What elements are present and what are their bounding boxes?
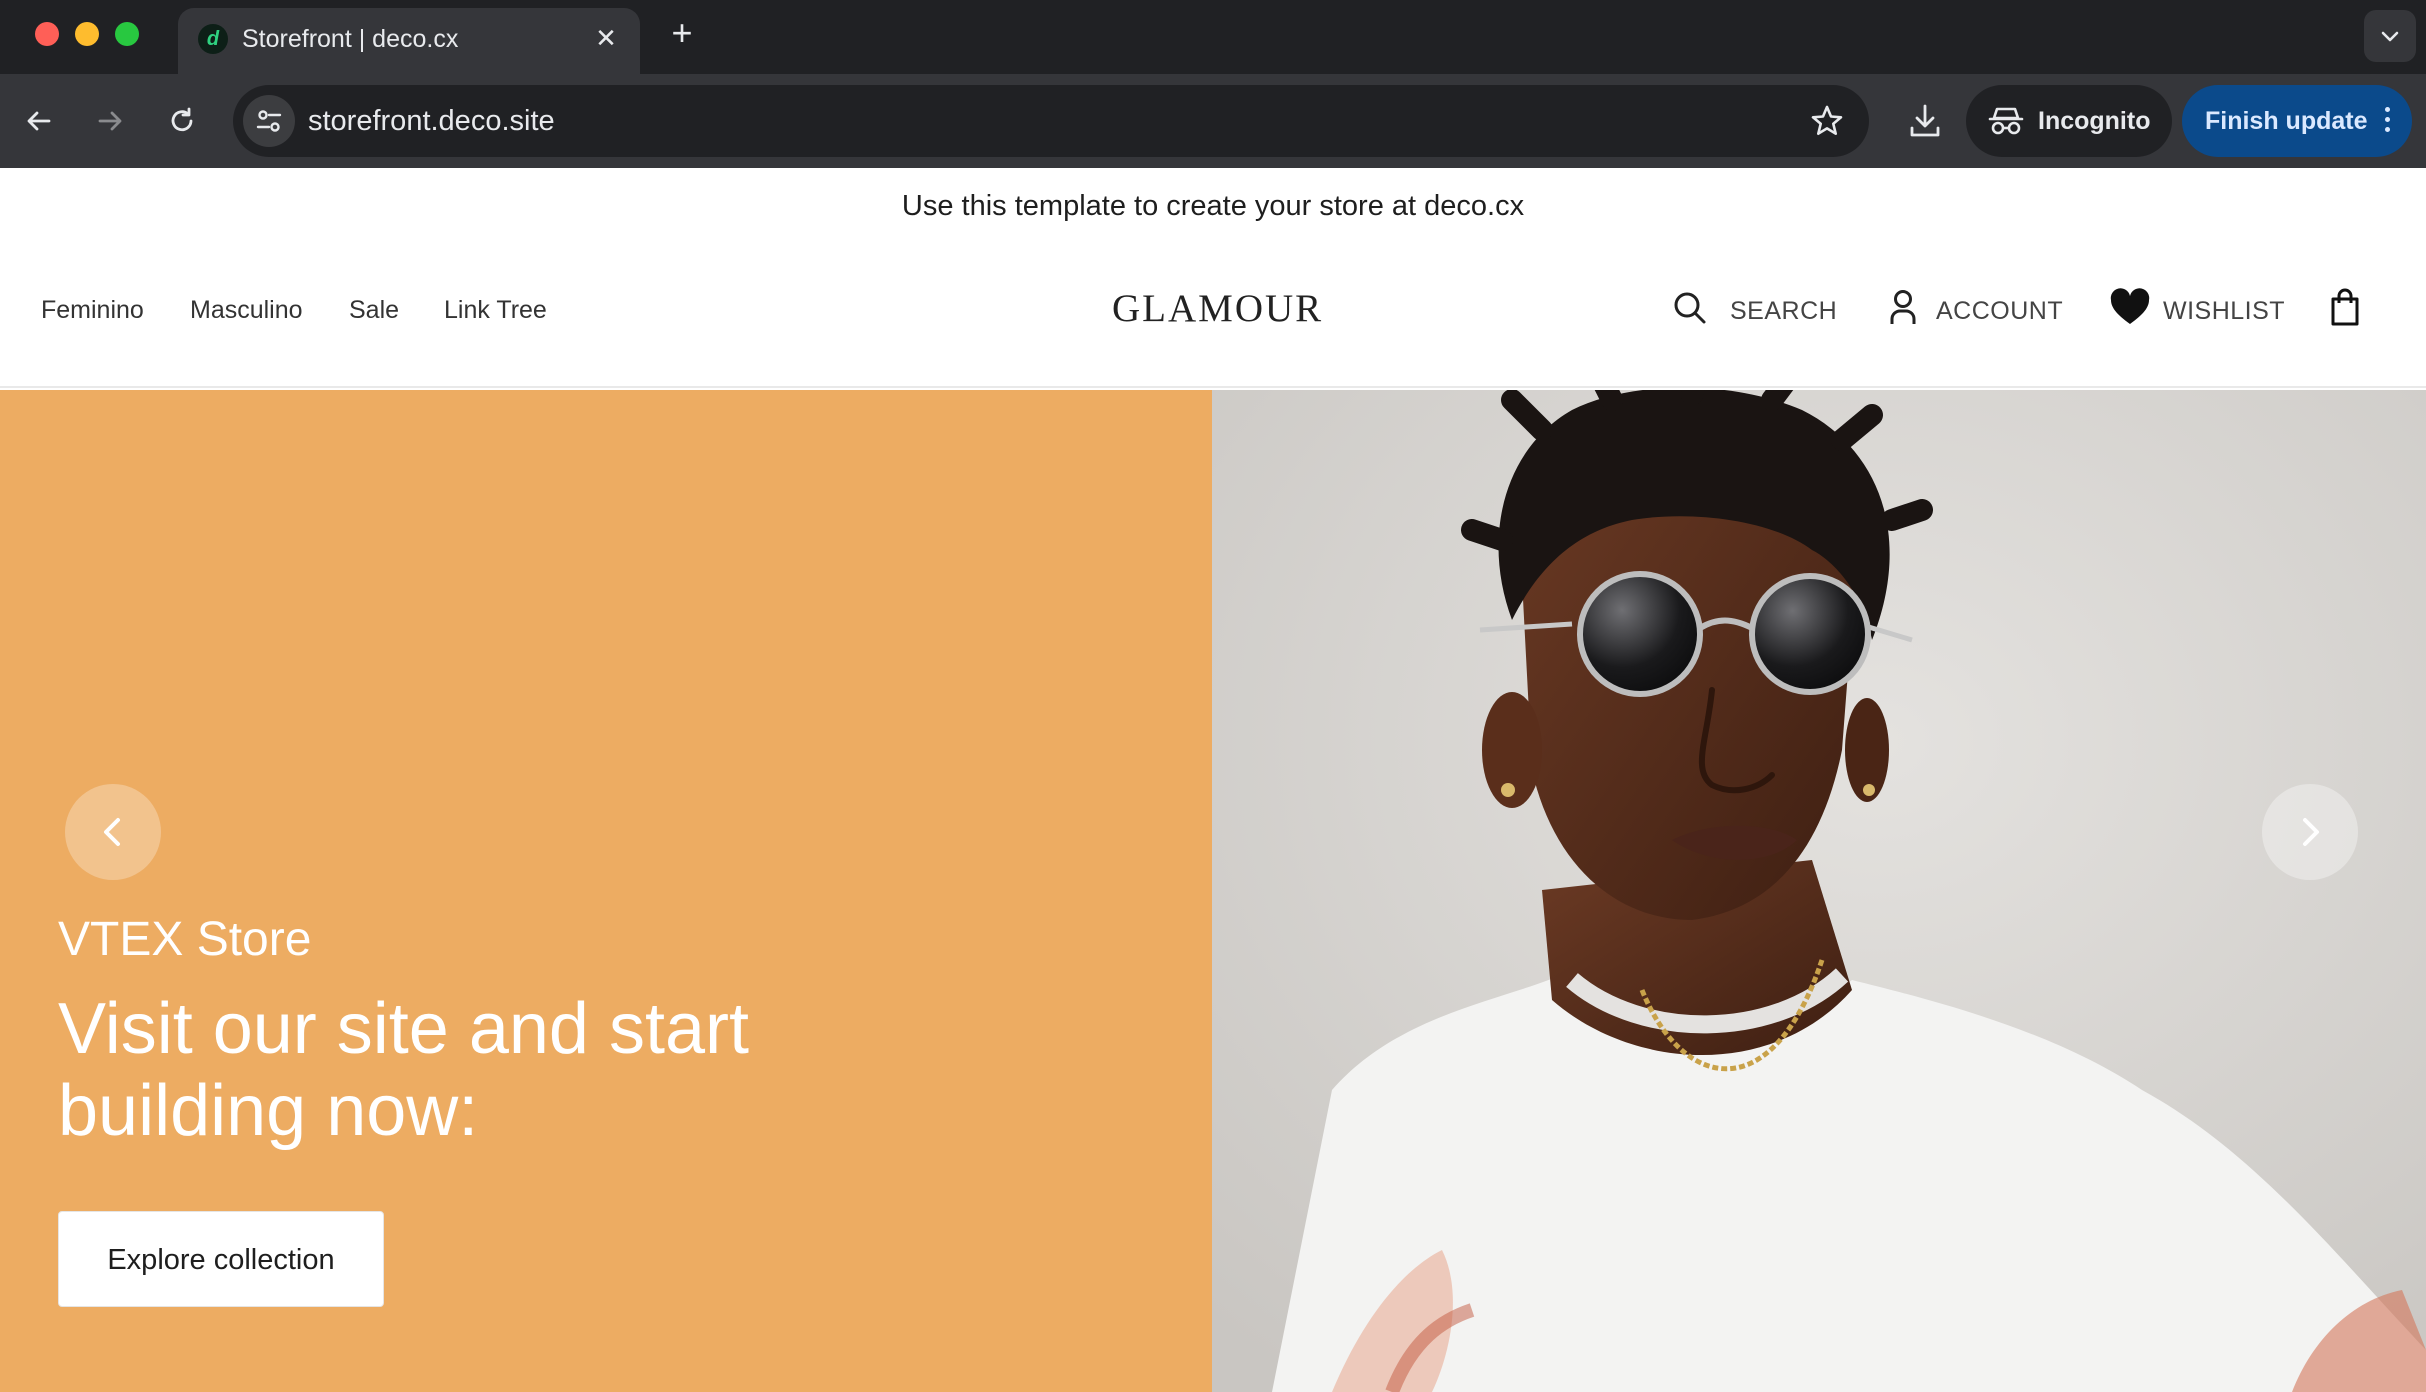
hero-title: Visit our site and start building now:	[58, 989, 749, 1151]
browser-tab-active[interactable]: d Storefront | deco.cx ✕	[178, 8, 640, 74]
deco-icon: d	[198, 24, 228, 54]
nav-link-feminino[interactable]: Feminino	[41, 296, 144, 325]
window-minimize-button[interactable]	[75, 22, 99, 46]
wishlist-button[interactable]: WISHLIST	[2110, 288, 2285, 332]
reload-icon	[171, 107, 193, 132]
finish-update-button[interactable]: Finish update	[2182, 85, 2412, 157]
site-info-button[interactable]	[243, 95, 295, 147]
carousel-prev-button[interactable]	[65, 784, 161, 880]
finish-update-label: Finish update	[2205, 107, 2368, 135]
nav-link-link-tree[interactable]: Link Tree	[444, 296, 547, 325]
nav-link-sale[interactable]: Sale	[349, 296, 399, 325]
new-tab-button[interactable]: +	[662, 14, 702, 54]
incognito-button[interactable]: Incognito	[1966, 85, 2172, 157]
window-close-button[interactable]	[35, 22, 59, 46]
wishlist-label: WISHLIST	[2163, 297, 2286, 325]
window-zoom-button[interactable]	[115, 22, 139, 46]
hero-banner[interactable]: VTEX Store Visit our site and start buil…	[0, 390, 2426, 1392]
hero-eyebrow: VTEX Store	[58, 913, 312, 966]
incognito-label: Incognito	[2038, 107, 2151, 135]
user-icon	[1890, 290, 1916, 324]
url-text: storefront.deco.site	[308, 105, 555, 137]
cart-button[interactable]	[2329, 288, 2365, 332]
site-header: Feminino Masculino Sale Link Tree GLAMOU…	[0, 244, 2426, 388]
tab-search-button[interactable]	[2364, 10, 2416, 62]
search-button[interactable]: SEARCH	[1672, 288, 1837, 332]
back-button[interactable]	[14, 96, 64, 146]
arrow-left-icon	[27, 111, 51, 131]
chevron-left-icon	[104, 818, 120, 846]
tune-icon	[256, 110, 282, 132]
more-vert-icon	[2382, 107, 2392, 137]
tab-title: Storefront | deco.cx	[242, 25, 459, 53]
search-icon	[1674, 292, 1706, 324]
browser-tab-strip: d Storefront | deco.cx ✕ +	[0, 0, 2426, 74]
promo-text: Use this template to create your store a…	[901, 190, 1525, 222]
account-label: ACCOUNT	[1936, 297, 2064, 325]
chevron-down-icon	[2381, 31, 2399, 42]
close-tab-icon[interactable]: ✕	[590, 22, 622, 54]
forward-button[interactable]	[85, 96, 135, 146]
shopping-bag-icon	[2331, 288, 2359, 326]
account-button[interactable]: ACCOUNT	[1888, 288, 2063, 332]
chevron-right-icon	[2303, 818, 2319, 846]
carousel-next-button[interactable]	[2262, 784, 2358, 880]
web-page: Use this template to create your store a…	[0, 168, 2426, 1392]
bookmark-star-icon[interactable]	[1809, 103, 1845, 139]
search-label: SEARCH	[1730, 297, 1838, 325]
nav-link-masculino[interactable]: Masculino	[190, 296, 303, 325]
heart-icon	[2110, 288, 2150, 324]
promo-bar: Use this template to create your store a…	[0, 168, 2426, 244]
download-icon	[1910, 104, 1940, 137]
explore-collection-button[interactable]: Explore collection	[58, 1211, 384, 1307]
arrow-right-icon	[98, 111, 122, 131]
browser-toolbar: storefront.deco.site Incognito Finish up…	[0, 74, 2426, 168]
model-photo-illustration	[1212, 390, 2426, 1392]
hero-image	[1212, 390, 2426, 1392]
store-logo[interactable]: GLAMOUR	[1112, 286, 1323, 331]
incognito-icon	[1988, 107, 2024, 135]
address-bar[interactable]: storefront.deco.site	[233, 85, 1869, 157]
downloads-button[interactable]	[1900, 96, 1950, 146]
reload-button[interactable]	[157, 96, 207, 146]
